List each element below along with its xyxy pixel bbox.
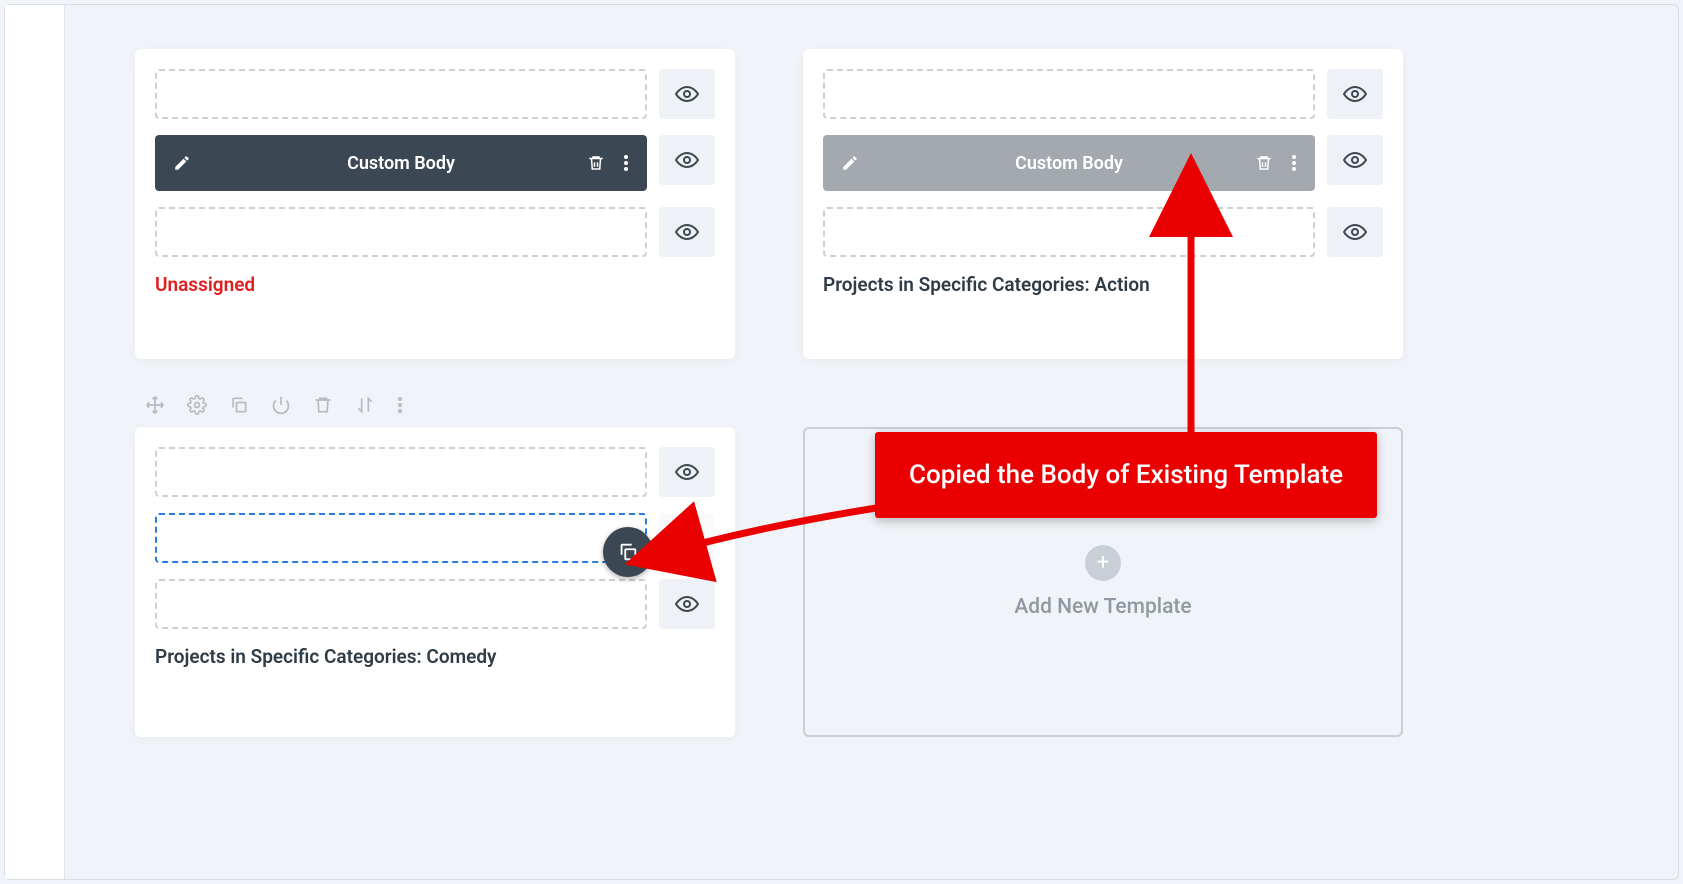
card-caption: Projects in Specific Categories: Action bbox=[823, 273, 1383, 296]
header-slot[interactable] bbox=[155, 447, 647, 497]
template-card-unassigned: Custom Body bbox=[135, 49, 735, 359]
footer-slot[interactable] bbox=[155, 579, 647, 629]
body-row: Custom Body bbox=[155, 135, 715, 191]
body-label: Custom Body bbox=[155, 153, 647, 174]
header-slot-row bbox=[155, 69, 715, 119]
trash-icon[interactable] bbox=[1255, 154, 1273, 172]
body-label: Custom Body bbox=[823, 153, 1315, 174]
visibility-toggle[interactable] bbox=[1327, 69, 1383, 119]
footer-slot[interactable] bbox=[823, 207, 1315, 257]
template-card-comedy: Projects in Specific Categories: Comedy bbox=[135, 427, 735, 737]
footer-slot[interactable] bbox=[155, 207, 647, 257]
eye-icon bbox=[675, 592, 699, 616]
custom-body-bar[interactable]: Custom Body bbox=[155, 135, 647, 191]
visibility-toggle[interactable] bbox=[659, 69, 715, 119]
card-toolbar bbox=[145, 395, 403, 415]
card-caption: Projects in Specific Categories: Comedy bbox=[155, 645, 715, 668]
left-rail bbox=[5, 5, 65, 879]
add-template-label: Add New Template bbox=[1014, 595, 1191, 619]
visibility-toggle[interactable] bbox=[1327, 135, 1383, 185]
paste-body-button[interactable] bbox=[603, 527, 653, 577]
body-row: Custom Body bbox=[823, 135, 1383, 191]
custom-body-bar[interactable]: Custom Body bbox=[823, 135, 1315, 191]
edit-icon[interactable] bbox=[841, 154, 859, 172]
eye-icon bbox=[1343, 82, 1367, 106]
more-icon[interactable] bbox=[1291, 154, 1297, 172]
visibility-toggle[interactable] bbox=[659, 207, 715, 257]
callout-text: Copied the Body of Existing Template bbox=[909, 460, 1343, 490]
body-slot-active[interactable] bbox=[155, 513, 647, 563]
annotation-callout: Copied the Body of Existing Template bbox=[875, 432, 1377, 518]
eye-icon bbox=[675, 82, 699, 106]
eye-icon bbox=[1343, 148, 1367, 172]
header-slot-row bbox=[823, 69, 1383, 119]
eye-icon bbox=[675, 148, 699, 172]
header-slot-row bbox=[155, 447, 715, 497]
copy-icon[interactable] bbox=[229, 395, 249, 415]
footer-slot-row bbox=[155, 207, 715, 257]
visibility-toggle[interactable] bbox=[659, 513, 715, 563]
add-button[interactable]: + bbox=[1085, 545, 1121, 581]
header-slot[interactable] bbox=[155, 69, 647, 119]
more-icon[interactable] bbox=[397, 396, 403, 414]
template-card-action: Custom Body bbox=[803, 49, 1403, 359]
eye-icon bbox=[675, 526, 699, 550]
sort-icon[interactable] bbox=[355, 395, 375, 415]
footer-slot-row bbox=[155, 579, 715, 629]
copy-icon bbox=[617, 541, 639, 563]
eye-icon bbox=[1343, 220, 1367, 244]
app-frame: Custom Body bbox=[4, 4, 1679, 880]
move-icon[interactable] bbox=[145, 395, 165, 415]
card-caption: Unassigned bbox=[155, 273, 715, 296]
plus-icon: + bbox=[1097, 552, 1109, 574]
edit-icon[interactable] bbox=[173, 154, 191, 172]
eye-icon bbox=[675, 220, 699, 244]
trash-icon[interactable] bbox=[313, 395, 333, 415]
trash-icon[interactable] bbox=[587, 154, 605, 172]
visibility-toggle[interactable] bbox=[659, 579, 715, 629]
visibility-toggle[interactable] bbox=[659, 135, 715, 185]
gear-icon[interactable] bbox=[187, 395, 207, 415]
more-icon[interactable] bbox=[623, 154, 629, 172]
visibility-toggle[interactable] bbox=[1327, 207, 1383, 257]
visibility-toggle[interactable] bbox=[659, 447, 715, 497]
footer-slot-row bbox=[823, 207, 1383, 257]
eye-icon bbox=[675, 460, 699, 484]
header-slot[interactable] bbox=[823, 69, 1315, 119]
template-grid: Custom Body bbox=[95, 5, 1648, 879]
power-icon[interactable] bbox=[271, 395, 291, 415]
